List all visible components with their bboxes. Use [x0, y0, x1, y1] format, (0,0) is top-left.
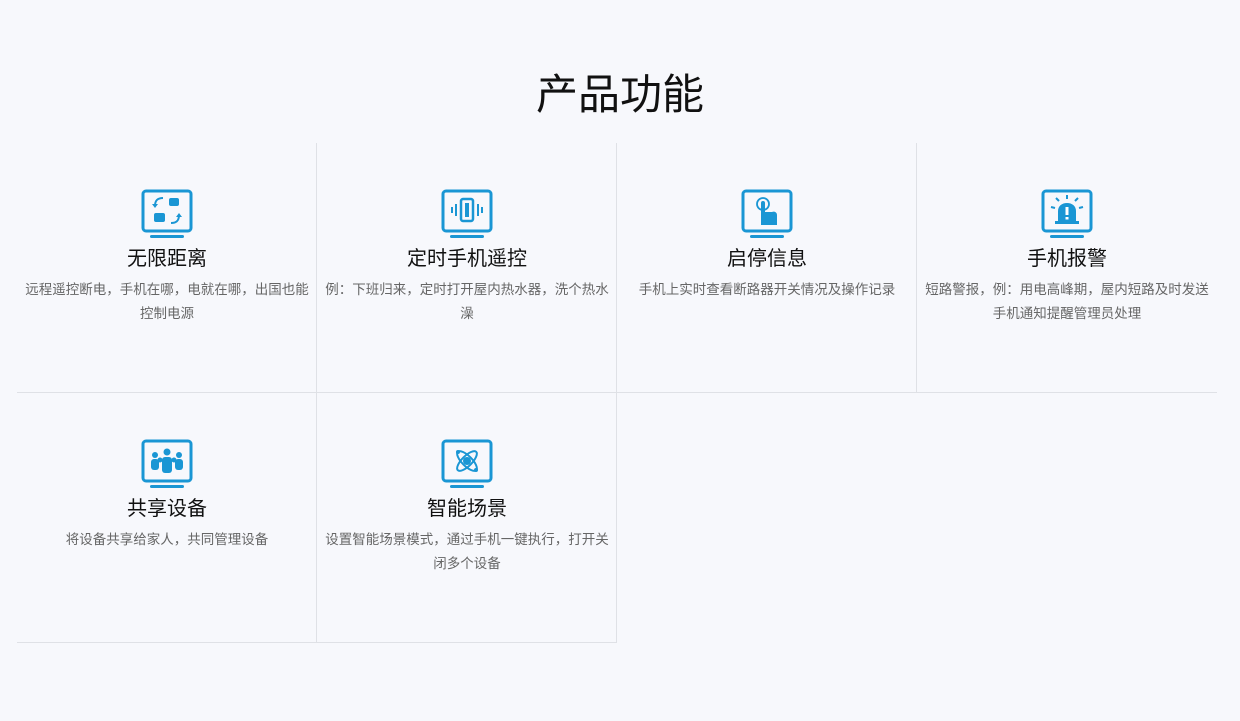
- feature-description: 远程遥控断电，手机在哪，电就在哪，出国也能控制电源: [25, 282, 309, 322]
- remote-control-icon: [141, 189, 193, 241]
- touch-hand-icon: [741, 189, 793, 241]
- feature-card-share-device[interactable]: 共享设备 将设备共享给家人，共同管理设备: [17, 393, 317, 643]
- alarm-siren-icon: [1041, 189, 1093, 241]
- feature-description: 例：下班归来，定时打开屋内热水器，洗个热水澡: [325, 282, 609, 322]
- feature-description: 手机上实时查看断路器开关情况及操作记录: [638, 282, 896, 298]
- feature-description: 短路警报，例：用电高峰期，屋内短路及时发送手机通知提醒管理员处理: [925, 282, 1209, 322]
- feature-description: 将设备共享给家人，共同管理设备: [65, 532, 269, 548]
- feature-title: 智能场景: [427, 496, 507, 520]
- feature-title: 无限距离: [127, 246, 207, 270]
- feature-title: 启停信息: [727, 246, 807, 270]
- feature-title: 共享设备: [127, 496, 207, 520]
- feature-card-start-stop-info[interactable]: 启停信息 手机上实时查看断路器开关情况及操作记录: [617, 143, 917, 393]
- feature-card-timer-remote[interactable]: 定时手机遥控 例：下班归来，定时打开屋内热水器，洗个热水澡: [317, 143, 617, 393]
- feature-card-phone-alarm[interactable]: 手机报警 短路警报，例：用电高峰期，屋内短路及时发送手机通知提醒管理员处理: [917, 143, 1217, 393]
- feature-card-smart-scene[interactable]: 智能场景 设置智能场景模式，通过手机一键执行，打开关闭多个设备: [317, 393, 617, 643]
- phone-vibrate-icon: [441, 189, 493, 241]
- feature-title: 手机报警: [1027, 246, 1107, 270]
- feature-card-unlimited-distance[interactable]: 无限距离 远程遥控断电，手机在哪，电就在哪，出国也能控制电源: [17, 143, 317, 393]
- share-users-icon: [141, 439, 193, 491]
- smart-scene-atom-icon: [441, 439, 493, 491]
- feature-description: 设置智能场景模式，通过手机一键执行，打开关闭多个设备: [325, 532, 609, 572]
- feature-grid: 无限距离 远程遥控断电，手机在哪，电就在哪，出国也能控制电源 定时手机遥控 例：…: [17, 143, 1217, 643]
- feature-title: 定时手机遥控: [407, 246, 527, 270]
- section-title: 产品功能: [535, 70, 704, 119]
